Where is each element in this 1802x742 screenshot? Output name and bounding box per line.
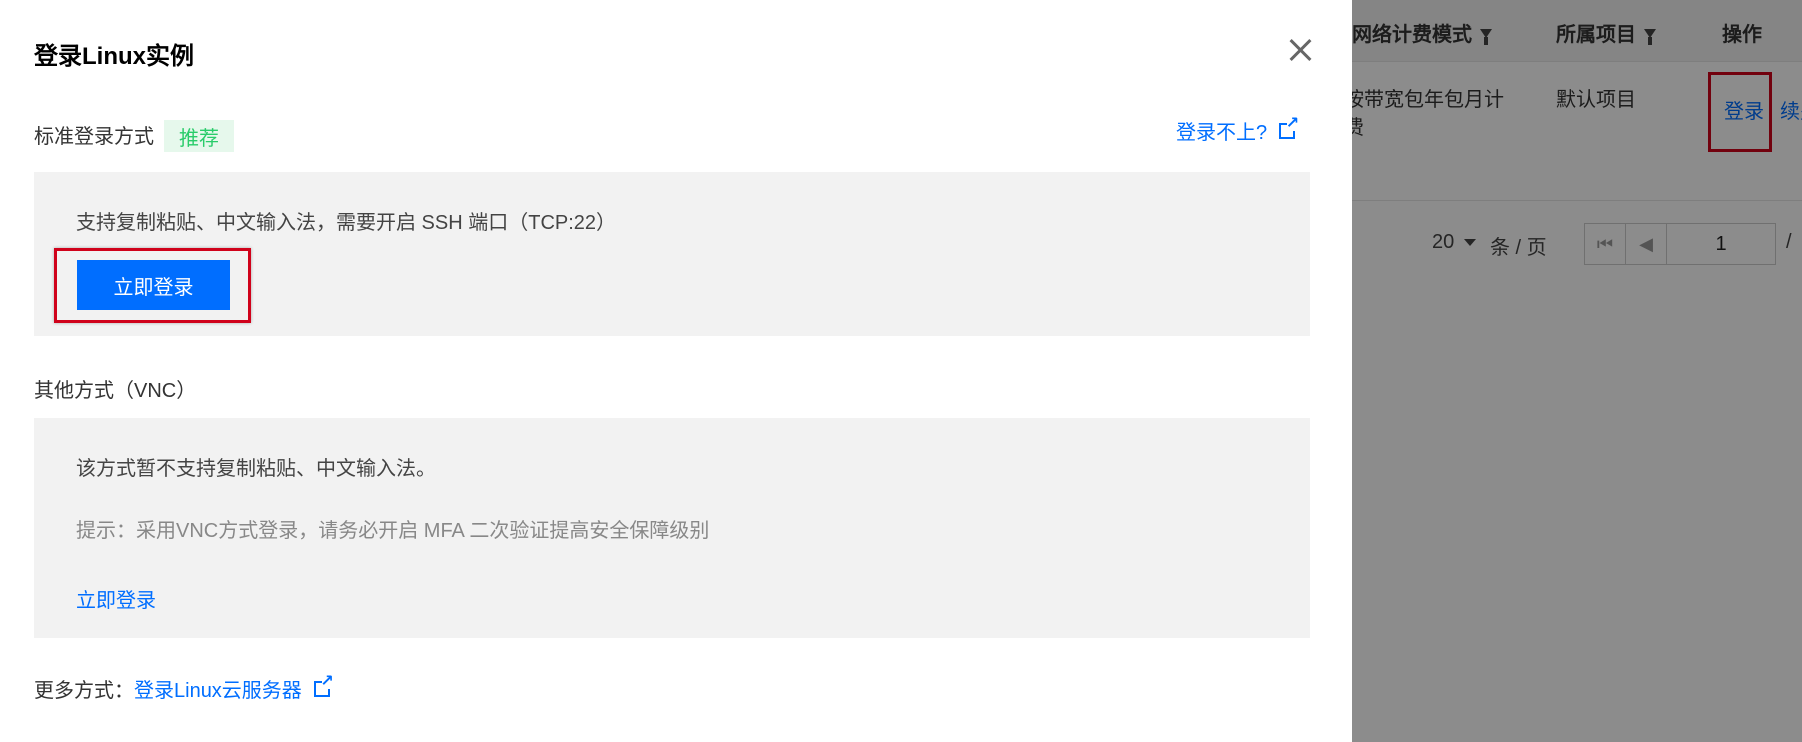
close-icon[interactable]: [1284, 34, 1316, 66]
vnc-login-link[interactable]: 立即登录: [76, 584, 156, 613]
linux-login-doc-label: 登录Linux云服务器: [134, 680, 302, 702]
vnc-description: 该方式暂不支持复制粘贴、中文输入法。: [76, 458, 436, 480]
linux-login-doc-link[interactable]: 登录Linux云服务器: [134, 674, 334, 703]
more-methods-label: 更多方式：: [34, 680, 134, 702]
standard-login-description: 支持复制粘贴、中文输入法，需要开启 SSH 端口（TCP:22）: [76, 212, 617, 234]
login-dialog: 登录Linux实例 标准登录方式 推荐 登录不上? 支持复制粘贴、中文输入法，需…: [0, 0, 1352, 742]
login-help-label: 登录不上?: [1176, 122, 1268, 144]
vnc-login-label: 其他方式（VNC）: [34, 380, 197, 402]
external-link-icon: [313, 674, 334, 697]
more-methods-row: 更多方式： 登录Linux云服务器: [34, 674, 334, 703]
external-link-icon: [1279, 116, 1299, 139]
dialog-title: 登录Linux实例: [34, 43, 194, 70]
highlight-box: [54, 248, 251, 323]
standard-login-label: 标准登录方式: [34, 126, 154, 148]
recommend-badge: 推荐: [164, 120, 234, 152]
vnc-hint: 提示：采用VNC方式登录，请务必开启 MFA 二次验证提高安全保障级别: [76, 520, 710, 542]
vnc-login-panel: 该方式暂不支持复制粘贴、中文输入法。 提示：采用VNC方式登录，请务必开启 MF…: [34, 418, 1310, 638]
login-help-link[interactable]: 登录不上?: [1176, 116, 1299, 145]
